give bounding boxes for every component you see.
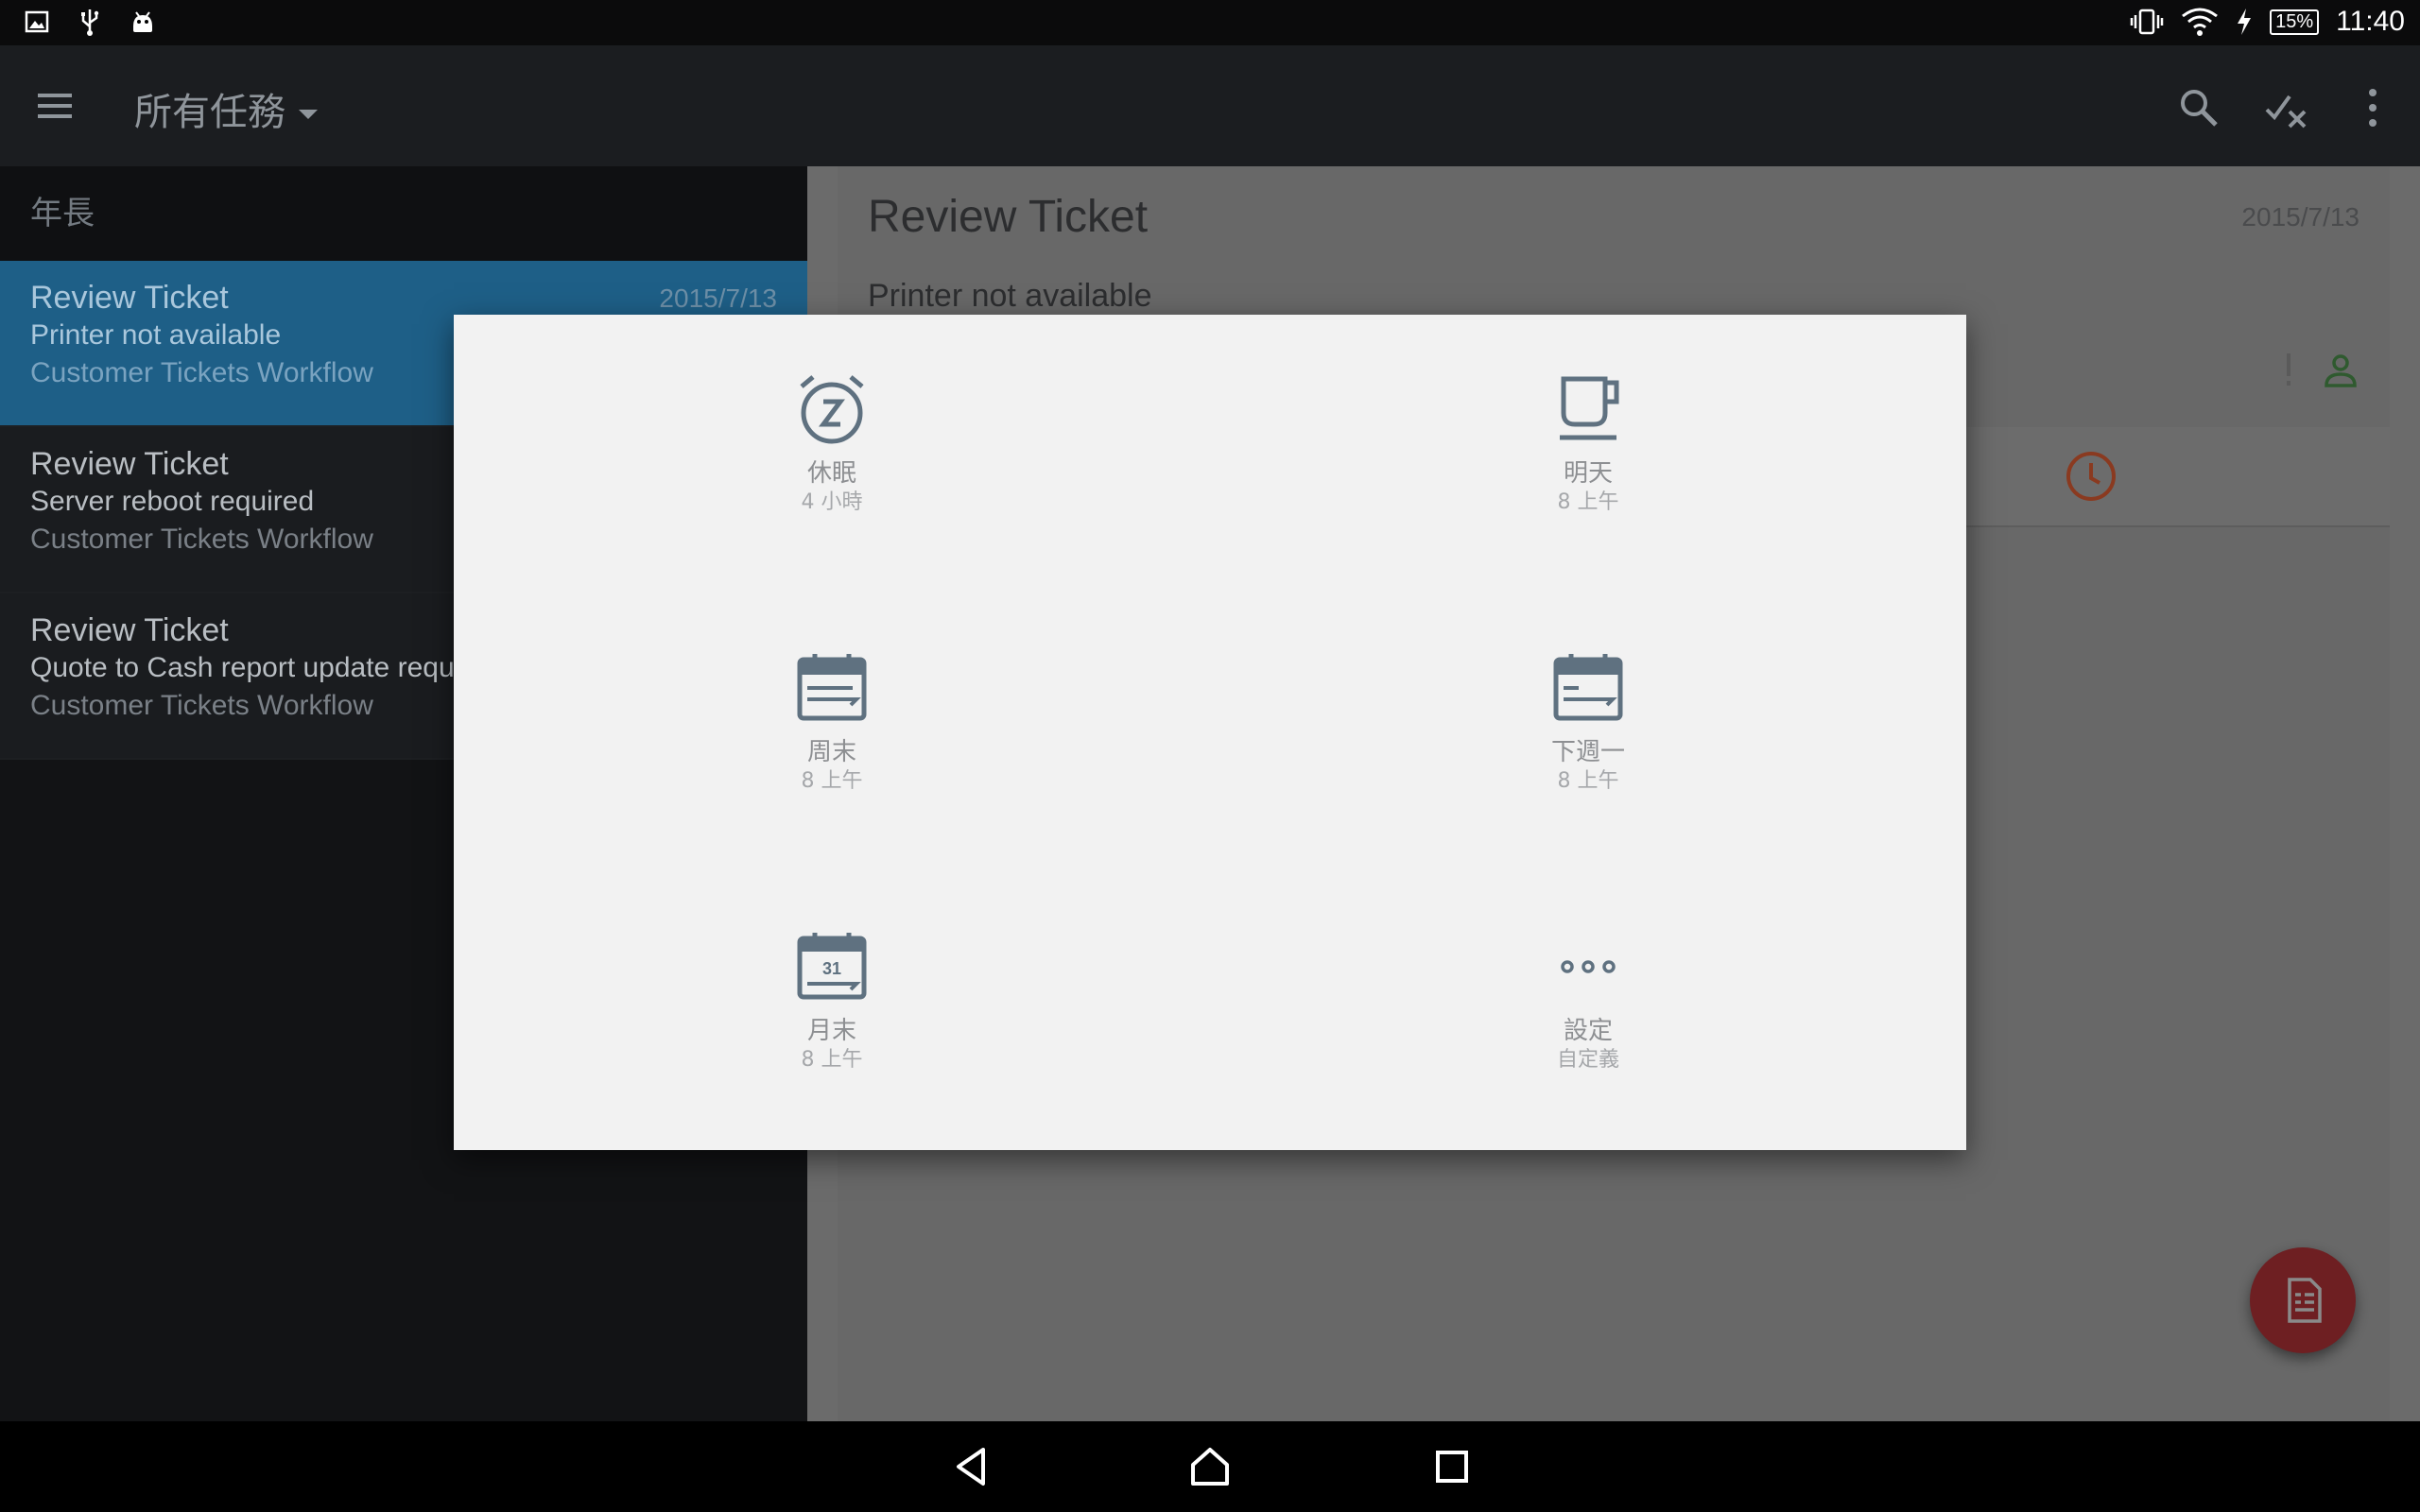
- option-label: 休眠: [806, 459, 856, 488]
- snooze-tomorrow-option[interactable]: 明天 8 上午: [1446, 371, 1730, 551]
- status-bar: 15% 11:40: [0, 0, 2420, 45]
- alarm-snooze-icon: [800, 375, 864, 444]
- usb-icon: [81, 9, 99, 36]
- detail-date: 2015/7/13: [2241, 202, 2360, 232]
- battery-indicator: 15%: [2270, 9, 2320, 35]
- system-nav-bar: [0, 1421, 2420, 1512]
- task-title: Review Ticket: [30, 612, 229, 648]
- option-sublabel: 8 上午: [801, 769, 863, 793]
- option-sublabel: 8 上午: [1557, 769, 1619, 793]
- hamburger-menu-icon[interactable]: [36, 87, 74, 125]
- android-debug-icon: [133, 11, 152, 32]
- option-label: 周末: [806, 738, 856, 766]
- task-title: Review Ticket: [30, 446, 229, 482]
- overflow-menu-icon[interactable]: [2348, 83, 2397, 132]
- vibrate-icon: [2130, 9, 2164, 35]
- wifi-icon: [2182, 8, 2219, 36]
- snooze-4-hours-option[interactable]: 休眠 4 小時: [690, 371, 974, 551]
- detail-subtitle: Printer not available: [868, 278, 1152, 314]
- more-horiz-icon: [1561, 960, 1616, 973]
- option-sublabel: 8 上午: [1557, 490, 1619, 514]
- snooze-month-end-option[interactable]: 31 月末 8 上午: [690, 929, 974, 1108]
- snooze-dialog: 休眠 4 小時 明天 8 上午 周末 8 上午 下週一 8 上午 31 月末 8…: [454, 315, 1966, 1150]
- snooze-next-monday-option[interactable]: 下週一 8 上午: [1446, 650, 1730, 830]
- task-workflow: Customer Tickets Workflow: [30, 690, 373, 721]
- list-section-header: 年長: [0, 166, 807, 261]
- task-title: Review Ticket: [30, 280, 229, 316]
- task-date: 2015/7/13: [659, 284, 777, 313]
- back-icon[interactable]: [949, 1444, 994, 1489]
- detail-title: Review Ticket: [868, 192, 1149, 242]
- coffee-cup-icon: [1560, 376, 1619, 440]
- option-sublabel: 4 小時: [801, 490, 863, 514]
- priority-icon[interactable]: [2284, 352, 2293, 389]
- option-label: 明天: [1563, 459, 1613, 488]
- calendar-weekend-icon: [797, 654, 867, 721]
- calendar-month-end-icon: 31: [797, 933, 867, 1000]
- home-icon[interactable]: [1187, 1444, 1233, 1489]
- charging-bolt-icon: [2238, 9, 2252, 35]
- new-note-fab[interactable]: [2250, 1247, 2356, 1353]
- recents-icon[interactable]: [1429, 1444, 1475, 1489]
- image-notification-icon: [25, 10, 49, 33]
- app-bar: 所有任務: [0, 45, 2420, 166]
- task-filter-dropdown[interactable]: 所有任務: [134, 81, 318, 136]
- option-label: 下週一: [1550, 738, 1625, 766]
- calendar-day-number: 31: [822, 959, 841, 978]
- task-workflow: Customer Tickets Workflow: [30, 357, 373, 388]
- snooze-weekend-option[interactable]: 周末 8 上午: [690, 650, 974, 830]
- task-subtitle: Quote to Cash report update requ: [30, 652, 455, 683]
- clock-time: 11:40: [2336, 6, 2405, 37]
- multi-select-check-icon[interactable]: [2261, 83, 2310, 132]
- option-sublabel: 自定義: [1556, 1048, 1619, 1072]
- task-subtitle: Printer not available: [30, 319, 282, 351]
- option-sublabel: 8 上午: [801, 1048, 863, 1072]
- option-label: 設定: [1563, 1017, 1613, 1045]
- note-icon: [2288, 1278, 2322, 1323]
- assignee-person-icon[interactable]: [2322, 352, 2360, 389]
- task-workflow: Customer Tickets Workflow: [30, 524, 373, 555]
- option-label: 月末: [806, 1017, 856, 1045]
- dropdown-caret-icon: [299, 110, 318, 119]
- task-subtitle: Server reboot required: [30, 486, 315, 517]
- calendar-next-week-icon: [1553, 654, 1623, 721]
- page-title: 所有任務: [134, 91, 285, 134]
- search-icon[interactable]: [2174, 83, 2223, 132]
- snooze-custom-option[interactable]: 設定 自定義: [1446, 929, 1730, 1108]
- clock-tab-icon[interactable]: [2065, 450, 2118, 503]
